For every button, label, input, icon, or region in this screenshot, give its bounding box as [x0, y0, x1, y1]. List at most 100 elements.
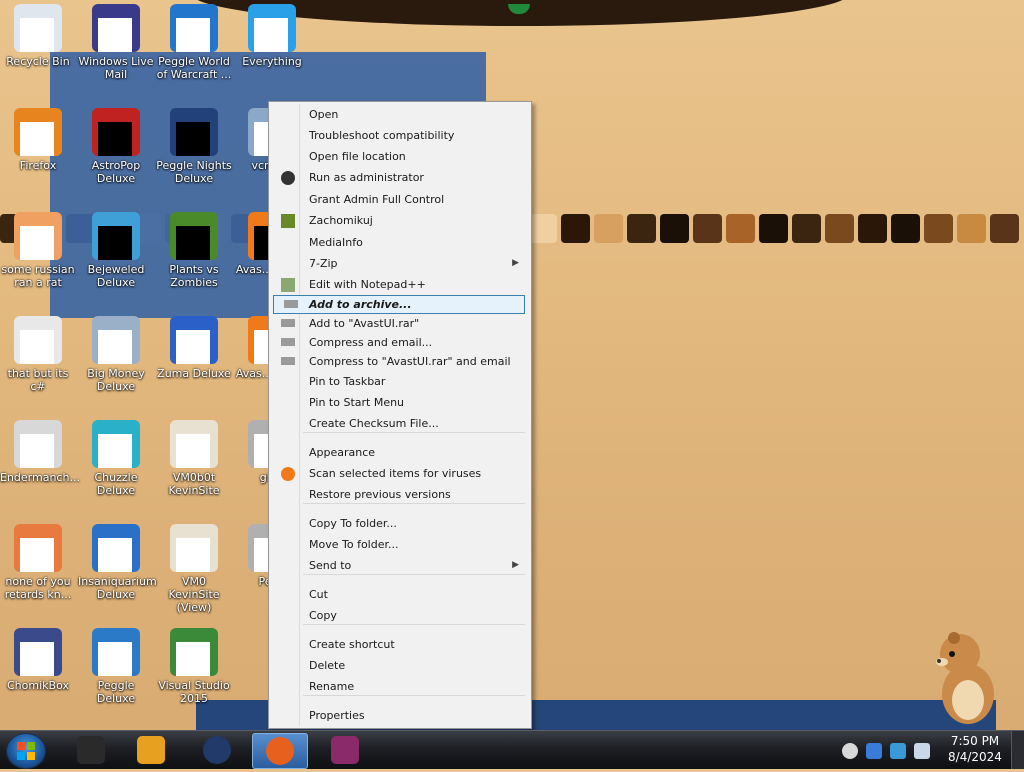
menu-item-label: Compress and email... [309, 336, 433, 349]
desktop-icon[interactable]: VM0b0t KevinSite [156, 420, 232, 497]
menu-item-label: Grant Admin Full Control [309, 193, 445, 206]
menu-item[interactable]: Open file location [271, 146, 527, 167]
desktop-icon-label: Bejeweled Deluxe [87, 263, 145, 289]
menu-item[interactable]: Run as administrator [271, 167, 527, 188]
icon-overlay [176, 434, 210, 468]
menu-item[interactable]: Pin to Start Menu [271, 392, 527, 413]
desktop-icon-label: AstroPop Deluxe [91, 159, 141, 185]
desktop-icon[interactable]: Insaniquarium Deluxe [78, 524, 157, 601]
menu-item-label: Zachomikuj [309, 214, 373, 227]
menu-item[interactable]: Move To folder... [271, 534, 527, 555]
desktop-icon[interactable]: Plants vs Zombies [156, 212, 232, 289]
windows-start-icon[interactable] [6, 733, 46, 769]
taskbar-button[interactable] [190, 733, 244, 767]
icon-overlay [98, 18, 132, 52]
show-desktop-button[interactable] [1011, 731, 1024, 769]
menu-item[interactable]: Troubleshoot compatibility [271, 125, 527, 146]
menu-item[interactable]: Copy To folder... [271, 513, 527, 534]
firefox-icon [266, 737, 294, 765]
desktop-icon[interactable]: Chuzzle Deluxe [78, 420, 154, 497]
desktop-icon-label: Insaniquarium Deluxe [78, 575, 157, 601]
taskbar-button[interactable] [252, 733, 308, 769]
taskbar-button[interactable] [64, 733, 118, 767]
menu-item[interactable]: Create Checksum File... [271, 413, 527, 434]
desktop-icon[interactable]: Big Money Deluxe [78, 316, 154, 393]
taskbar-button[interactable] [318, 733, 372, 767]
winrar-icon [331, 736, 359, 764]
menu-separator [303, 503, 525, 504]
wallpaper-tile [924, 214, 953, 243]
desktop-icon[interactable]: AstroPop Deluxe [78, 108, 154, 185]
taskbar: 7:50 PM 8/4/2024 [0, 730, 1024, 769]
menu-item-label: Properties [309, 709, 365, 722]
desktop-icon-label: Endermanch... [0, 471, 80, 484]
menu-item[interactable]: Copy [271, 605, 527, 626]
network-icon[interactable] [890, 743, 906, 759]
desktop-icon[interactable]: Peggle World of Warcraft ... [156, 4, 232, 81]
clock-time: 7:50 PM [950, 734, 1000, 748]
desktop-icon[interactable]: Peggle Deluxe [78, 628, 154, 705]
menu-item[interactable]: Compress and email... [271, 332, 527, 353]
menu-item[interactable]: Compress to "AvastUI.rar" and email [271, 351, 527, 372]
archive-icon [281, 319, 295, 327]
menu-item[interactable]: Create shortcut [271, 634, 527, 655]
desktop-icon[interactable]: Endermanch... [0, 420, 80, 484]
desktop-icon[interactable]: Windows Live Mail [78, 4, 154, 81]
menu-item[interactable]: Delete [271, 655, 527, 676]
menu-item[interactable]: Send to ▶ [271, 555, 527, 576]
desktop-icon[interactable]: Visual Studio 2015 [156, 628, 232, 705]
desktop-icon[interactable]: that but its c# [0, 316, 76, 393]
desktop-icon[interactable]: ChomikBox [0, 628, 76, 692]
menu-item-label: Compress to "AvastUI.rar" and email [309, 355, 511, 368]
menu-item[interactable]: Cut [271, 584, 527, 605]
document-icon [14, 212, 62, 260]
wallpaper-tile [858, 214, 887, 243]
avast-icon [281, 467, 295, 481]
desktop-icon[interactable]: Firefox [0, 108, 76, 172]
menu-item[interactable]: Edit with Notepad++ [271, 274, 527, 295]
peggle-icon [170, 4, 218, 52]
show-hidden-icons-icon[interactable] [842, 743, 858, 759]
menu-item[interactable]: Zachomikuj [271, 210, 527, 231]
menu-item[interactable]: Pin to Taskbar [271, 371, 527, 392]
desktop-icon[interactable]: none of you retards kn... [0, 524, 76, 601]
menu-item[interactable]: Open [271, 104, 527, 125]
menu-item[interactable]: 7-Zip ▶ [271, 253, 527, 274]
desktop-icon[interactable]: Recycle Bin [0, 4, 76, 68]
icon-overlay [98, 642, 132, 676]
media-player-icon [137, 736, 165, 764]
desktop-icon[interactable]: VM0 KevinSite (View) [156, 524, 232, 614]
volume-icon[interactable] [914, 743, 930, 759]
menu-item[interactable]: Properties [271, 705, 527, 726]
document-icon [14, 524, 62, 572]
window-icon [14, 420, 62, 468]
icon-overlay [98, 330, 132, 364]
menu-item[interactable]: Add to "AvastUI.rar" [271, 313, 527, 334]
taskbar-button[interactable] [124, 733, 178, 767]
desktop-icon-label: Recycle Bin [6, 55, 70, 68]
wallpaper-tile [957, 214, 986, 243]
notepad-icon [281, 278, 295, 292]
menu-item-label: Cut [309, 588, 328, 601]
desktop-icon[interactable]: some russian ran a rat [0, 212, 76, 289]
desktop-icon-label: none of you retards kn... [4, 575, 72, 601]
menu-item[interactable]: MediaInfo [271, 232, 527, 253]
menu-item[interactable]: Rename [271, 676, 527, 697]
taskbar-clock[interactable]: 7:50 PM 8/4/2024 [940, 733, 1010, 765]
security-icon[interactable] [866, 743, 882, 759]
desktop-icon-label: VM0b0t KevinSite [168, 471, 220, 497]
menu-item-label: MediaInfo [309, 236, 363, 249]
desktop-icon[interactable]: Everything [234, 4, 310, 68]
menu-item[interactable]: Appearance [271, 442, 527, 463]
desktop-icon[interactable]: Zuma Deluxe [156, 316, 232, 380]
wallpaper-tile [891, 214, 920, 243]
gem-icon [92, 212, 140, 260]
menu-item[interactable]: Add to archive... [273, 295, 525, 314]
desktop-icon-label: Visual Studio 2015 [158, 679, 230, 705]
desktop-icon[interactable]: Peggle Nights Deluxe [156, 108, 232, 185]
menu-item[interactable]: Scan selected items for viruses [271, 463, 527, 484]
desktop-icon-label: Big Money Deluxe [87, 367, 145, 393]
menu-item[interactable]: Grant Admin Full Control [271, 189, 527, 210]
menu-item[interactable]: Restore previous versions [271, 484, 527, 505]
desktop-icon[interactable]: Bejeweled Deluxe [78, 212, 154, 289]
